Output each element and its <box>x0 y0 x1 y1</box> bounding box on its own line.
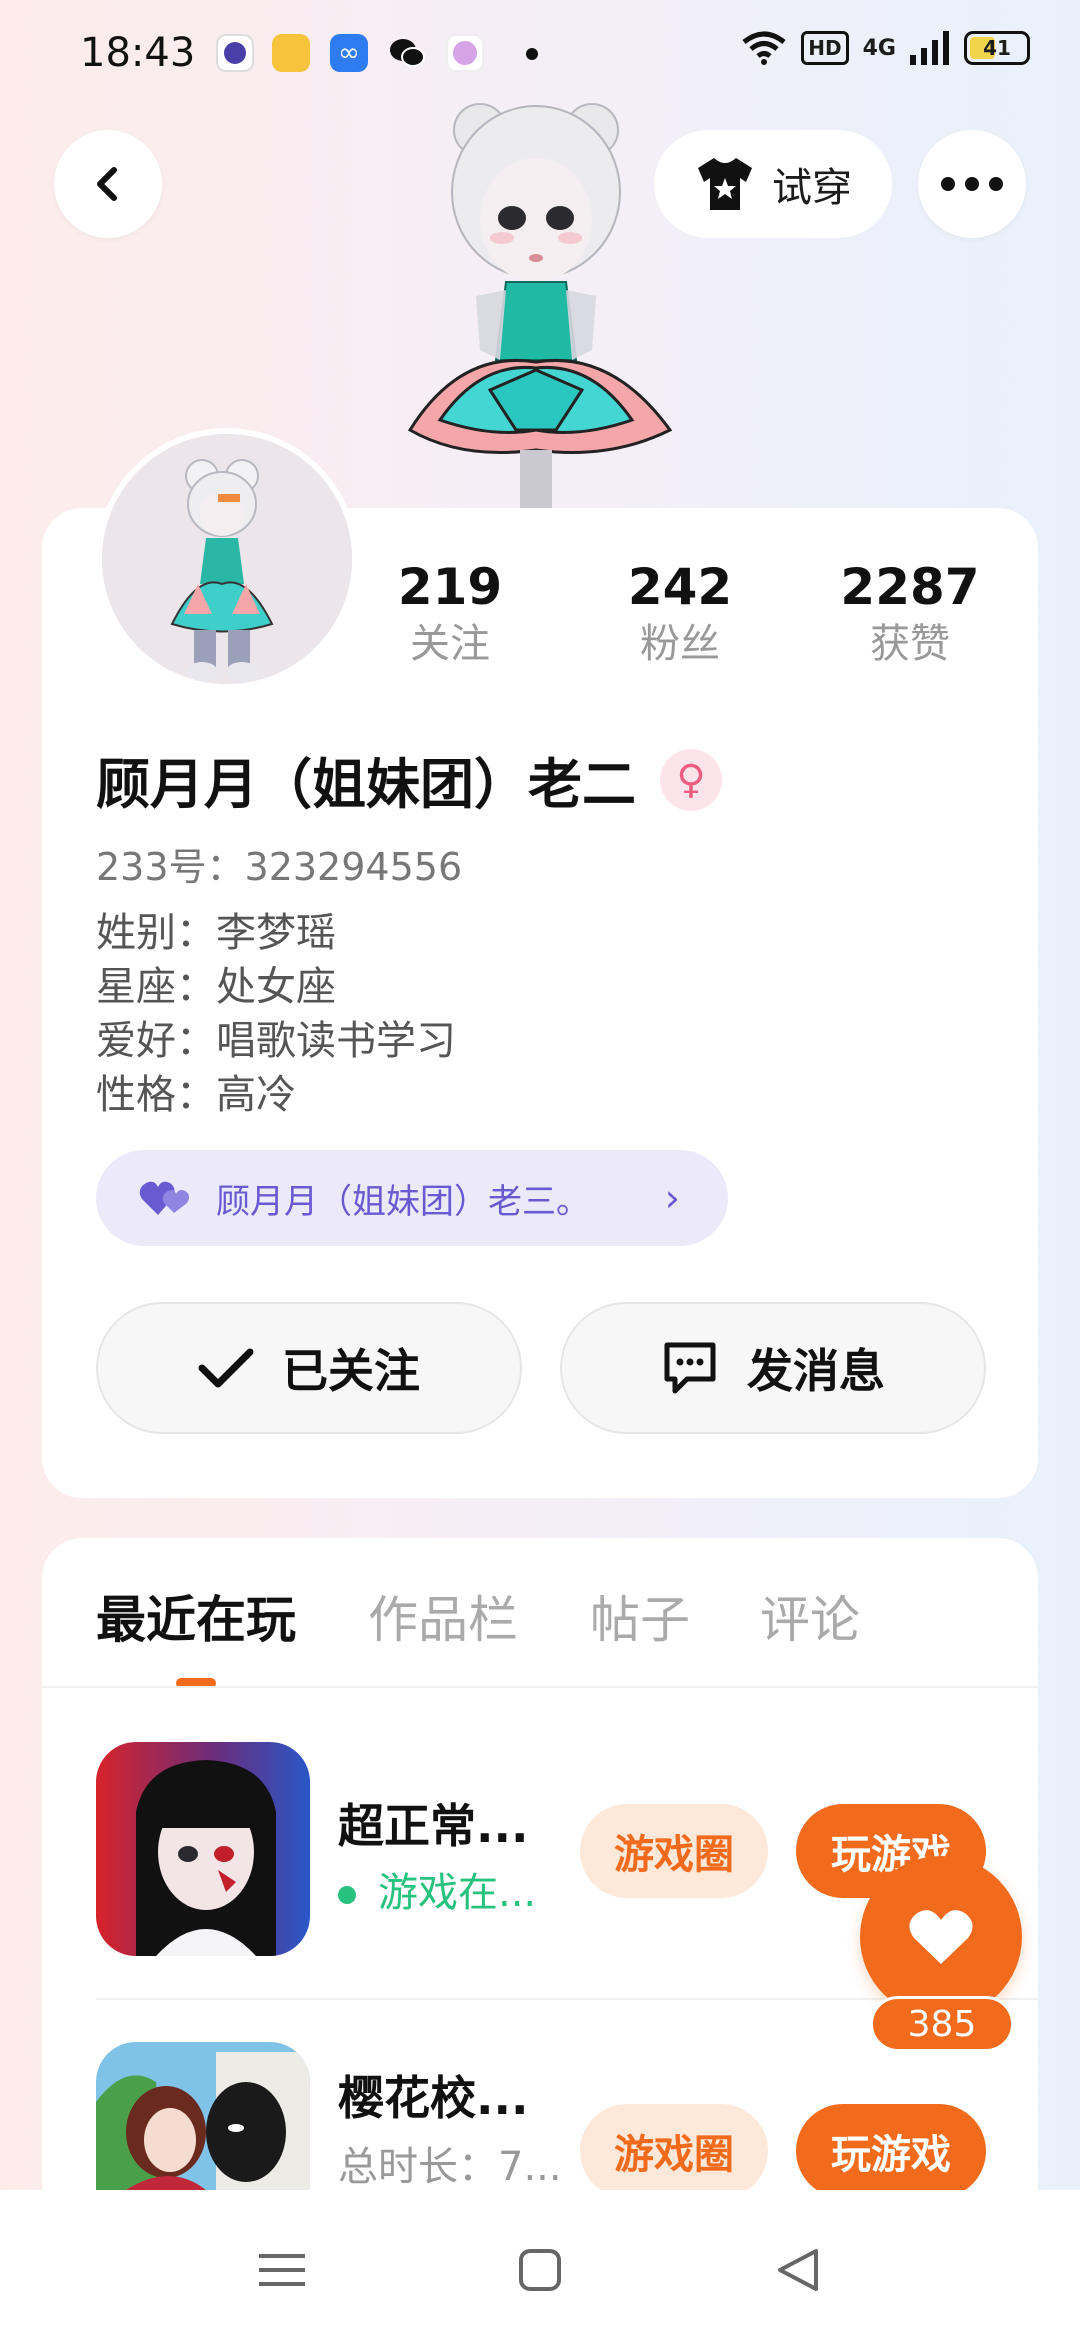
chevron-right-icon: › <box>664 1176 680 1220</box>
battery-icon: 41 <box>964 31 1030 65</box>
online-dot-icon <box>338 1886 356 1904</box>
notes-app-icon <box>272 34 310 72</box>
message-label: 发消息 <box>747 1344 885 1398</box>
game-title: 超正常... <box>338 1799 529 1853</box>
stat-following[interactable]: 219 关注 <box>370 556 530 670</box>
back-button[interactable] <box>54 130 162 238</box>
status-time: 18:43 <box>80 30 196 76</box>
more-horizontal-icon <box>941 177 1003 191</box>
bio-line: 姓别：李梦瑶 <box>96 910 336 956</box>
followed-label: 已关注 <box>282 1344 420 1398</box>
status-indicators: HD 4G 41 <box>741 30 1030 66</box>
wifi-icon <box>742 31 786 65</box>
infinity-app-icon: ∞ <box>330 34 368 72</box>
avatar[interactable] <box>96 428 358 690</box>
heart-icon <box>909 1910 973 1964</box>
avatar-figure[interactable] <box>380 100 700 510</box>
bio-line: 星座：处女座 <box>96 964 336 1010</box>
stat-fans-label: 粉丝 <box>640 621 720 667</box>
hearts-icon <box>139 1181 190 1215</box>
message-button[interactable]: 发消息 <box>560 1302 986 1434</box>
signal-bars-icon <box>910 31 949 65</box>
back-nav-icon[interactable] <box>768 2240 828 2300</box>
game-icon[interactable] <box>96 2042 310 2190</box>
battery-level: 41 <box>983 36 1011 60</box>
avatar-image <box>102 434 352 684</box>
user-id[interactable]: 233号：323294556 <box>96 836 462 891</box>
chevron-left-icon <box>97 167 117 201</box>
relation-label: 顾月月（姐妹团）老三。 <box>216 1181 590 1222</box>
more-button[interactable] <box>918 130 1026 238</box>
bio: 姓别：李梦瑶 星座：处女座 爱好：唱歌读书学习 性格：高冷 <box>96 906 456 1122</box>
tab-posts[interactable]: 帖子 <box>590 1580 690 1652</box>
check-icon <box>198 1348 254 1388</box>
followed-button[interactable]: 已关注 <box>96 1302 522 1434</box>
tab-divider <box>42 1686 1038 1688</box>
tab-recent[interactable]: 最近在玩 <box>96 1580 296 1652</box>
game-title: 樱花校... <box>338 2071 529 2125</box>
stat-likes-value: 2287 <box>840 558 980 616</box>
like-count: 385 <box>870 1996 1014 2052</box>
stat-likes[interactable]: 2287 获赞 <box>830 556 990 670</box>
notification-app-icon <box>216 34 254 72</box>
relation-link[interactable]: 顾月月（姐妹团）老三。 › <box>96 1150 728 1246</box>
chat-bubble-icon <box>664 1342 716 1394</box>
app-icon <box>446 34 484 72</box>
bio-line: 爱好：唱歌读书学习 <box>96 1018 456 1064</box>
game-icon[interactable] <box>96 1742 310 1956</box>
stat-likes-label: 获赞 <box>870 621 950 667</box>
more-notifications-dot <box>526 48 538 60</box>
stat-fans-value: 242 <box>627 558 733 616</box>
game-status: 游戏在... <box>338 1860 536 1918</box>
menu-icon[interactable] <box>252 2240 312 2300</box>
try-on-button[interactable]: 试穿 <box>654 130 892 238</box>
play-game-button[interactable]: 玩游戏 <box>796 2104 986 2198</box>
stat-following-label: 关注 <box>410 621 490 667</box>
game-circle-button[interactable]: 游戏圈 <box>580 1804 768 1898</box>
signal-type: 4G <box>862 35 896 61</box>
game-circle-button[interactable]: 游戏圈 <box>580 2104 768 2198</box>
game-status-text: 游戏在... <box>378 1870 537 1916</box>
hd-badge: HD <box>801 31 849 65</box>
wechat-icon <box>388 34 426 72</box>
bio-line: 性格：高冷 <box>96 1072 296 1118</box>
stat-following-value: 219 <box>397 558 503 616</box>
shirt-star-icon <box>698 158 752 210</box>
like-button[interactable] <box>860 1856 1022 2018</box>
system-nav-bar <box>0 2190 1080 2340</box>
status-bar: 18:43 ∞ HD 4G 41 <box>0 0 1080 110</box>
profile-name: 顾月月（姐妹团）老二 <box>96 753 636 816</box>
stat-fans[interactable]: 242 粉丝 <box>600 556 760 670</box>
tab-works[interactable]: 作品栏 <box>368 1580 518 1652</box>
try-on-label: 试穿 <box>772 165 852 211</box>
game-playtime: 总时长：7... <box>338 2144 562 2190</box>
home-icon[interactable] <box>510 2240 570 2300</box>
name-row: 顾月月（姐妹团）老二 ♀ <box>96 740 722 819</box>
female-icon: ♀ <box>660 748 722 811</box>
tab-comments[interactable]: 评论 <box>760 1580 860 1652</box>
